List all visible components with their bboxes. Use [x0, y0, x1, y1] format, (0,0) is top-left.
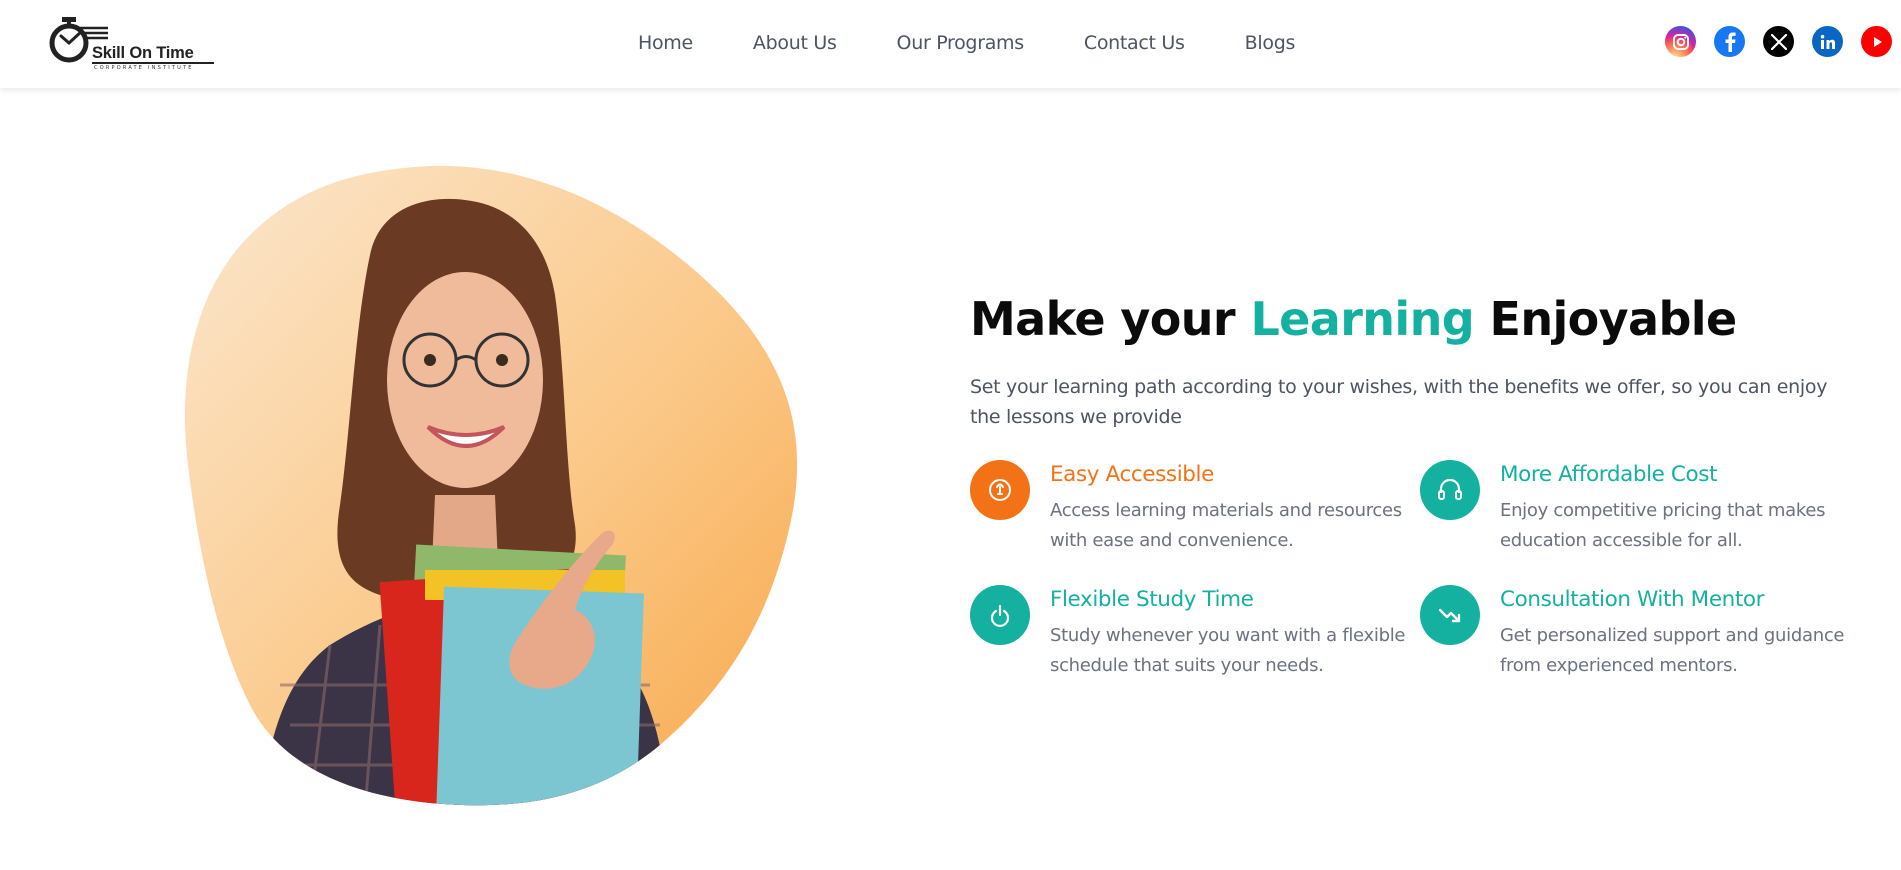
feature-desc: Enjoy competitive pricing that makes edu… — [1500, 500, 1826, 551]
youtube-icon[interactable] — [1861, 26, 1892, 57]
nav-contact-us[interactable]: Contact Us — [1084, 32, 1185, 54]
power-icon — [970, 585, 1030, 645]
linkedin-icon[interactable] — [1812, 26, 1843, 57]
headline-accent: Learning — [1250, 292, 1475, 346]
logo[interactable]: Skill On Time CORPORATE INSTITUTE — [48, 14, 218, 74]
feature-title: More Affordable Cost — [1500, 462, 1718, 487]
feature-title: Consultation With Mentor — [1500, 587, 1765, 612]
nav-blogs[interactable]: Blogs — [1245, 32, 1296, 54]
headline-after: Enjoyable — [1474, 292, 1737, 346]
hero-image — [180, 165, 810, 810]
site-header: Skill On Time CORPORATE INSTITUTE Home A… — [0, 0, 1901, 88]
trend-down-icon — [1420, 585, 1480, 645]
instagram-icon[interactable] — [1665, 26, 1696, 57]
brand-name: Skill On Time — [92, 44, 194, 62]
feature-title: Easy Accessible — [1050, 462, 1214, 487]
headset-icon — [1420, 460, 1480, 520]
nav-about-us[interactable]: About Us — [753, 32, 837, 54]
feature-desc: Study whenever you want with a flexible … — [1050, 625, 1406, 676]
social-links — [1665, 26, 1892, 57]
x-icon[interactable] — [1763, 26, 1794, 57]
feature-desc: Access learning materials and resources … — [1050, 500, 1402, 551]
nav-our-programs[interactable]: Our Programs — [897, 32, 1025, 54]
hero-intro: Set your learning path according to your… — [970, 376, 1828, 428]
facebook-icon[interactable] — [1714, 26, 1745, 57]
bulb-icon — [970, 460, 1030, 520]
hero-headline: Make your Learning Enjoyable — [970, 292, 1737, 346]
nav-home[interactable]: Home — [638, 32, 693, 54]
main-nav: Home About Us Our Programs Contact Us Bl… — [638, 32, 1295, 54]
feature-title: Flexible Study Time — [1050, 587, 1254, 612]
headline-before: Make your — [970, 292, 1251, 346]
brand-tagline: CORPORATE INSTITUTE — [94, 65, 194, 71]
feature-desc: Get personalized support and guidance fr… — [1500, 625, 1845, 676]
logo-underline — [92, 62, 214, 64]
